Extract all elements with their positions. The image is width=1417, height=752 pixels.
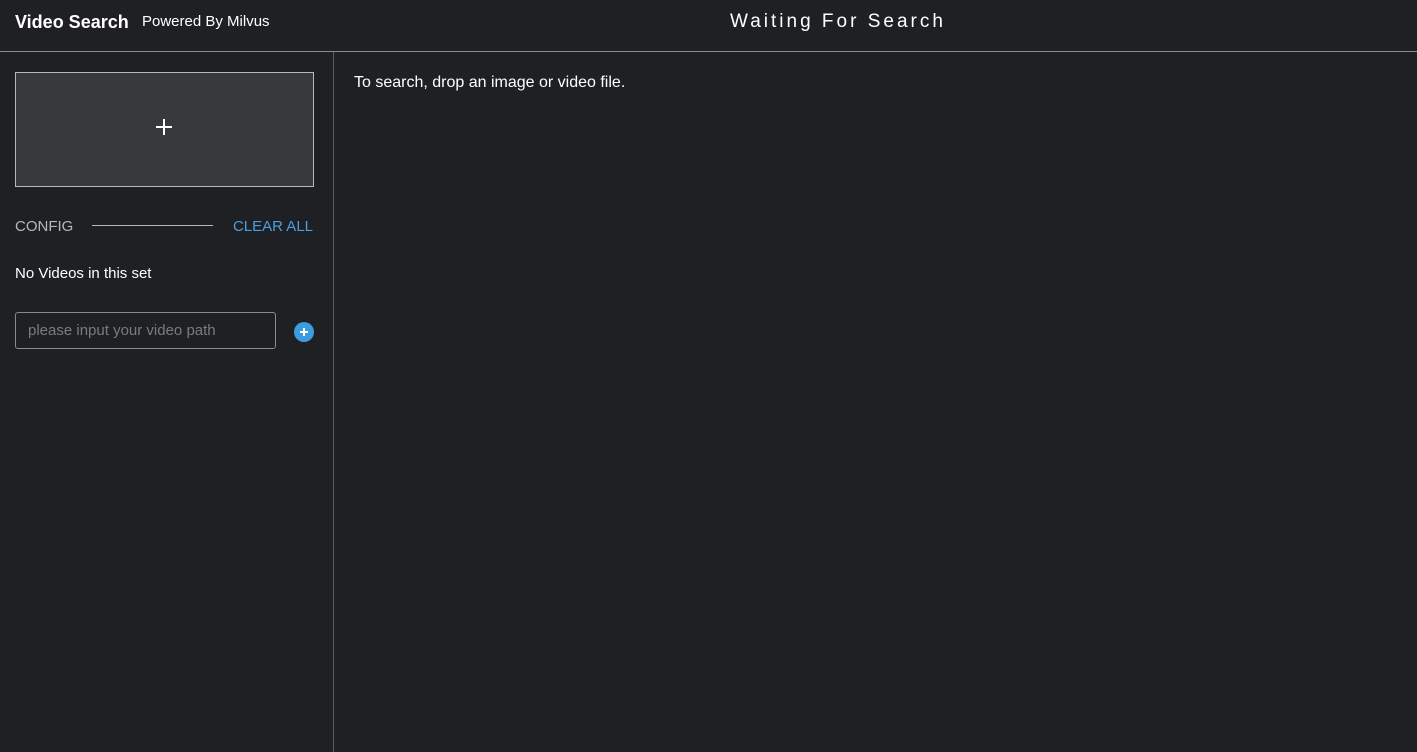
app-title: Video Search — [15, 12, 129, 32]
upload-dropzone[interactable] — [15, 72, 314, 187]
powered-by-text: Powered By Milvus — [142, 13, 270, 30]
add-circle-icon[interactable] — [294, 322, 314, 342]
config-divider — [92, 225, 213, 226]
empty-videos-message: No Videos in this set — [15, 265, 152, 282]
plus-icon — [156, 119, 172, 135]
results-area: To search, drop an image or video file. — [334, 52, 1417, 752]
header: Video Search Powered By Milvus Waiting F… — [0, 0, 1417, 52]
config-label: CONFIG — [15, 218, 74, 235]
search-status-title: Waiting For Search — [730, 11, 946, 32]
sidebar: CONFIG CLEAR ALL No Videos in this set — [0, 52, 334, 752]
video-path-input[interactable] — [15, 312, 276, 349]
search-hint: To search, drop an image or video file. — [354, 74, 626, 91]
clear-all-button[interactable]: CLEAR ALL — [233, 218, 313, 236]
